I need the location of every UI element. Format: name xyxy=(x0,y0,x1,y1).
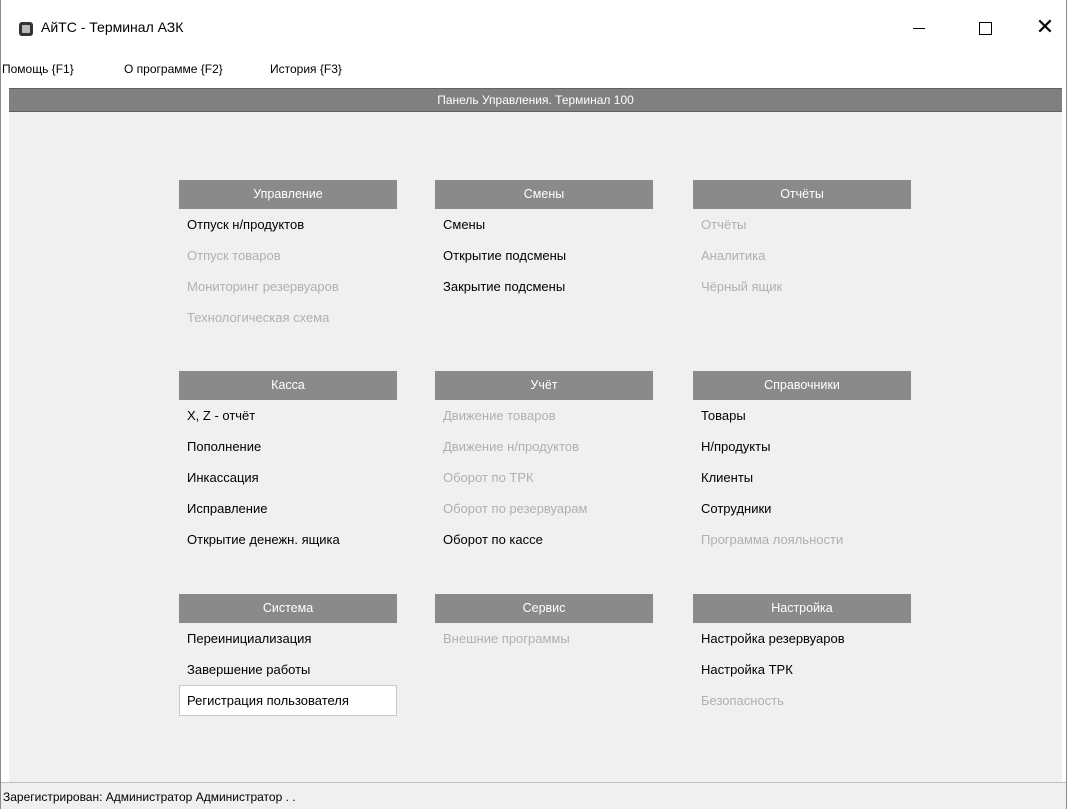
control-panel: Управление Отпуск н/продуктов Отпуск това… xyxy=(9,112,1062,782)
menu-item-smeny-2[interactable]: Закрытие подсмены xyxy=(435,271,653,302)
menu-item-upravlenie-2: Мониторинг резервуаров xyxy=(187,279,339,294)
menu-item-kassa-3[interactable]: Исправление xyxy=(179,493,397,524)
title-bar[interactable]: АйТС - Терминал АЗК ✕ xyxy=(1,0,1066,56)
menu-item-spravochniki-1[interactable]: Н/продукты xyxy=(693,431,911,462)
section-header: Управление xyxy=(179,180,397,209)
panel-title: Панель Управления. Терминал 100 xyxy=(9,88,1062,112)
section-items: Отчёты Аналитика Чёрный ящик xyxy=(693,209,911,302)
menu-item-uchet-1: Движение н/продуктов xyxy=(443,439,580,454)
minimize-icon xyxy=(913,27,925,29)
section-spravochniki: Справочники Товары Н/продукты Клиенты Сотру… xyxy=(693,371,911,555)
section-header: Учёт xyxy=(435,371,653,400)
section-header: Касса xyxy=(179,371,397,400)
menu-item-smeny-1[interactable]: Открытие подсмены xyxy=(435,240,653,271)
menu-item-uchet-3: Оборот по резервуарам xyxy=(443,501,588,516)
section-items: Товары Н/продукты Клиенты Сотрудники Програм… xyxy=(693,400,911,555)
menu-item-uchet-2: Оборот по ТРК xyxy=(443,470,534,485)
section-items: Отпуск н/продуктов Отпуск товаров Монитори… xyxy=(179,209,397,333)
window-title: АйТС - Терминал АЗК xyxy=(41,19,184,35)
app-window: АйТС - Терминал АЗК ✕ Помощь {F1} О прог… xyxy=(0,0,1067,809)
section-items: Внешние программы xyxy=(435,623,653,654)
menu-item-kassa-4[interactable]: Открытие денежн. ящика xyxy=(179,524,397,555)
menu-item-otchety-2: Чёрный ящик xyxy=(701,279,783,294)
menu-item-upravlenie-3: Технологическая схема xyxy=(187,310,330,325)
app-icon xyxy=(19,22,33,36)
section-nastroyka: Настройка Настройка резервуаров Настройка… xyxy=(693,594,911,716)
section-otchety: Отчёты Отчёты Аналитика Чёрный ящик xyxy=(693,180,911,302)
menu-item-nastroyka-1[interactable]: Настройка ТРК xyxy=(693,654,911,685)
maximize-icon xyxy=(978,21,992,35)
menu-item-otchety-1: Аналитика xyxy=(701,248,766,263)
menu-item-nastroyka-0[interactable]: Настройка резервуаров xyxy=(693,623,911,654)
menu-item-spravochniki-2[interactable]: Клиенты xyxy=(693,462,911,493)
menu-item-kassa-2[interactable]: Инкассация xyxy=(179,462,397,493)
section-uchet: Учёт Движение товаров Движение н/продукто… xyxy=(435,371,653,555)
menu-item-spravochniki-4: Программа лояльности xyxy=(701,532,844,547)
menu-item-nastroyka-2: Безопасность xyxy=(701,693,784,708)
menu-help[interactable]: Помощь {F1} xyxy=(2,62,74,76)
status-bar: Зарегистрирован: Администратор Администр… xyxy=(1,782,1066,809)
section-header: Система xyxy=(179,594,397,623)
close-button[interactable]: ✕ xyxy=(1022,10,1067,46)
menu-item-otchety-0: Отчёты xyxy=(701,217,747,232)
close-icon: ✕ xyxy=(1035,15,1055,40)
section-items: Настройка резервуаров Настройка ТРК Безопа… xyxy=(693,623,911,716)
section-kassa: Касса X, Z - отчёт Пополнение Инкассация Ис… xyxy=(179,371,397,555)
minimize-button[interactable] xyxy=(896,10,942,46)
menu-item-uchet-4[interactable]: Оборот по кассе xyxy=(435,524,653,555)
section-header: Отчёты xyxy=(693,180,911,209)
section-smeny: Смены Смены Открытие подсмены Закрытие под… xyxy=(435,180,653,302)
menu-item-sistema-2[interactable]: Регистрация пользователя xyxy=(179,685,397,716)
section-header: Настройка xyxy=(693,594,911,623)
section-header: Сервис xyxy=(435,594,653,623)
menu-history[interactable]: История {F3} xyxy=(270,62,342,76)
section-items: Смены Открытие подсмены Закрытие подсмены xyxy=(435,209,653,302)
status-text: Зарегистрирован: Администратор Администр… xyxy=(3,790,296,804)
section-header: Смены xyxy=(435,180,653,209)
menu-item-kassa-1[interactable]: Пополнение xyxy=(179,431,397,462)
menu-item-spravochniki-0[interactable]: Товары xyxy=(693,400,911,431)
menu-bar: Помощь {F1} О программе {F2} История {F3… xyxy=(1,56,1066,84)
menu-about[interactable]: О программе {F2} xyxy=(124,62,223,76)
menu-item-spravochniki-3[interactable]: Сотрудники xyxy=(693,493,911,524)
menu-item-upravlenie-1: Отпуск товаров xyxy=(187,248,281,263)
menu-item-sistema-1[interactable]: Завершение работы xyxy=(179,654,397,685)
menu-item-uchet-0: Движение товаров xyxy=(443,408,556,423)
section-items: Переинициализация Завершение работы Регист… xyxy=(179,623,397,716)
menu-item-sistema-0[interactable]: Переинициализация xyxy=(179,623,397,654)
menu-item-servis-0: Внешние программы xyxy=(443,631,570,646)
maximize-button[interactable] xyxy=(962,10,1008,46)
section-sistema: Система Переинициализация Завершение рабо… xyxy=(179,594,397,716)
menu-item-upravlenie-0[interactable]: Отпуск н/продуктов xyxy=(179,209,397,240)
section-servis: Сервис Внешние программы xyxy=(435,594,653,654)
menu-item-smeny-0[interactable]: Смены xyxy=(435,209,653,240)
section-items: X, Z - отчёт Пополнение Инкассация Исправле… xyxy=(179,400,397,555)
menu-item-kassa-0[interactable]: X, Z - отчёт xyxy=(179,400,397,431)
section-items: Движение товаров Движение н/продуктов Обор… xyxy=(435,400,653,555)
section-upravlenie: Управление Отпуск н/продуктов Отпуск това… xyxy=(179,180,397,333)
section-header: Справочники xyxy=(693,371,911,400)
